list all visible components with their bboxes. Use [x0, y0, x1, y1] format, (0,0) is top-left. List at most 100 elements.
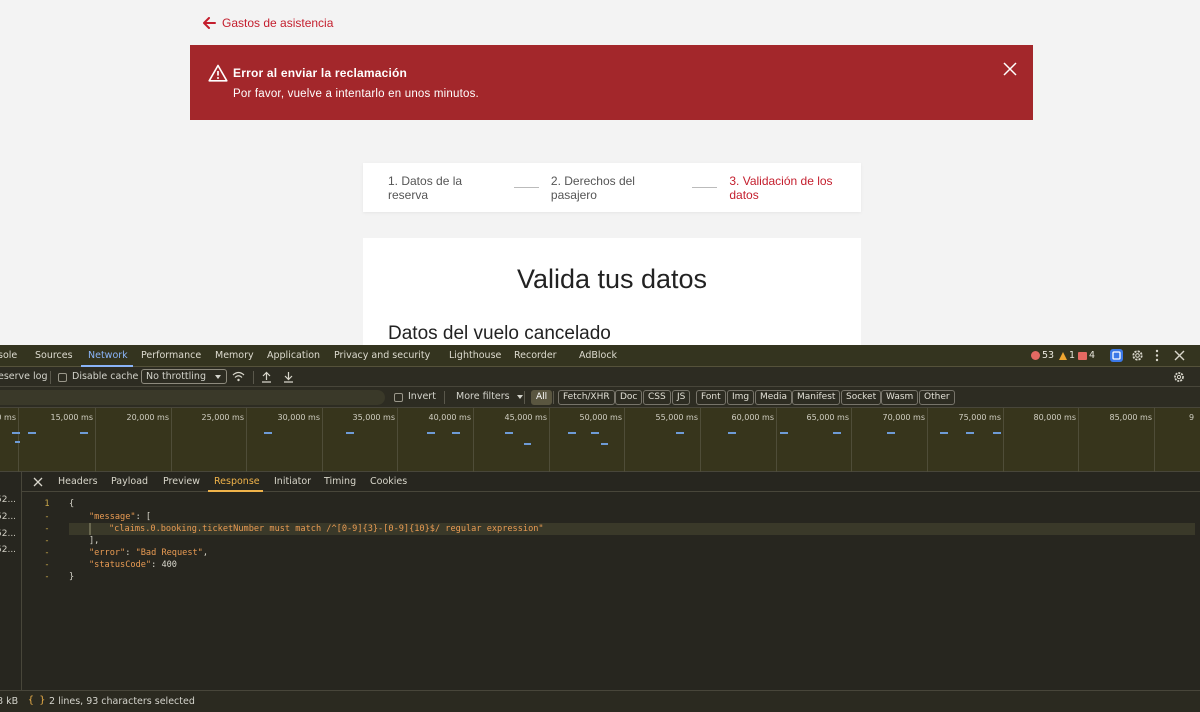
upload-icon[interactable] [261, 371, 272, 383]
tab-payload[interactable]: Payload [111, 476, 148, 487]
timeline-tick-label: 40,000 ms [428, 413, 472, 422]
timeline-tick [397, 408, 398, 472]
tab-preview[interactable]: Preview [163, 476, 200, 487]
disable-cache-checkbox[interactable] [58, 373, 67, 382]
timeline-request-bar [505, 432, 513, 434]
tab-memory[interactable]: Memory [215, 350, 254, 361]
pretty-print-icon[interactable]: { } [28, 695, 45, 706]
active-detail-tab-indicator [208, 490, 263, 492]
request-row[interactable]: 52... [0, 545, 16, 555]
tab-lighthouse[interactable]: Lighthouse [449, 350, 501, 361]
tab-privacy-security[interactable]: Privacy and security [334, 350, 430, 361]
filter-socket[interactable]: Socket [841, 390, 882, 405]
timeline-request-bar [601, 443, 608, 445]
timeline-request-bar [780, 432, 788, 434]
request-details-area: 52... 52... 52... 52... Headers Payload … [0, 472, 1200, 690]
filter-manifest[interactable]: Manifest [792, 390, 841, 405]
timeline-tick-label: 45,000 ms [504, 413, 548, 422]
network-conditions-icon[interactable] [232, 371, 245, 383]
close-icon[interactable] [33, 477, 43, 487]
request-row[interactable]: 52... [0, 529, 16, 539]
back-link-label[interactable]: Gastos de asistencia [222, 16, 333, 30]
filter-img[interactable]: Img [727, 390, 755, 405]
warning-icon [1059, 351, 1067, 360]
timeline-tick-label: 80,000 ms [1033, 413, 1077, 422]
tab-network[interactable]: Network [88, 350, 128, 361]
invert-checkbox[interactable] [394, 393, 403, 402]
selection-info: 2 lines, 93 characters selected [49, 696, 195, 707]
devtools-tab-bar: sole Sources Network Performance Memory … [0, 345, 1200, 367]
request-row[interactable]: 52... [0, 512, 16, 522]
transfer-size: 8 kB [0, 696, 19, 707]
code-line: "error": "Bad Request", [89, 548, 209, 558]
tab-headers[interactable]: Headers [58, 476, 98, 487]
network-settings-gear-icon[interactable] [1173, 371, 1185, 383]
download-icon[interactable] [283, 371, 294, 383]
filter-media[interactable]: Media [755, 390, 793, 405]
alert-title: Error al enviar la reclamación [233, 66, 408, 80]
step-3: 3. Validación de los datos [729, 173, 833, 202]
network-toolbar: eserve log Disable cache No throttling [0, 367, 1200, 387]
timeline-request-bar [80, 432, 88, 434]
timeline-tick-label: 75,000 ms [958, 413, 1002, 422]
extension-icon[interactable] [1109, 348, 1124, 363]
filter-all[interactable]: All [531, 390, 553, 405]
filter-other[interactable]: Other [919, 390, 955, 405]
filter-css[interactable]: CSS [643, 390, 671, 405]
arrow-left-icon [203, 17, 216, 29]
tab-performance[interactable]: Performance [141, 350, 201, 361]
tab-sources[interactable]: Sources [35, 350, 73, 361]
code-line: } [69, 572, 75, 582]
timeline-request-bar [15, 441, 20, 443]
timeline-request-bar [833, 432, 841, 434]
warning-count-badge[interactable]: 1 [1059, 350, 1075, 361]
tab-initiator[interactable]: Initiator [274, 476, 311, 487]
filter-doc[interactable]: Doc [615, 390, 643, 405]
line-number: - [44, 560, 50, 570]
error-count-badge[interactable]: 53 [1031, 350, 1054, 361]
timeline-tick-label: 35,000 ms [352, 413, 396, 422]
tab-recorder[interactable]: Recorder [514, 350, 557, 361]
section-title: Datos del vuelo cancelado [388, 323, 611, 344]
tab-response[interactable]: Response [214, 476, 260, 487]
line-number: - [44, 572, 50, 582]
throttling-select[interactable]: No throttling [141, 369, 227, 384]
tab-application[interactable]: Application [267, 350, 320, 361]
request-row[interactable]: 52... [0, 495, 16, 505]
filter-fetch-xhr[interactable]: Fetch/XHR [558, 390, 615, 405]
timeline-tick [624, 408, 625, 472]
filter-input[interactable] [0, 390, 385, 405]
close-icon[interactable] [1003, 62, 1017, 76]
tab-cookies[interactable]: Cookies [370, 476, 407, 487]
more-options-icon[interactable] [1154, 349, 1160, 362]
timeline-overview[interactable]: 0 ms 15,000 ms 20,000 ms 25,000 ms 30,000 ms… [0, 408, 1200, 472]
web-page: Gastos de asistencia Error al enviar la … [0, 0, 1200, 345]
preserve-log-label[interactable]: eserve log [0, 371, 48, 382]
back-link[interactable]: Gastos de asistencia [203, 16, 333, 30]
close-icon[interactable] [1174, 350, 1185, 361]
indent-guide [89, 523, 91, 535]
timeline-tick [1154, 408, 1155, 472]
filter-js[interactable]: JS [672, 390, 691, 405]
disable-cache-label[interactable]: Disable cache [72, 371, 138, 382]
code-line: ], [89, 536, 100, 546]
issue-count-badge[interactable]: 4 [1078, 350, 1095, 361]
tab-console[interactable]: sole [0, 350, 17, 361]
line-number: 1 [44, 499, 50, 509]
filter-wasm[interactable]: Wasm [881, 390, 919, 405]
timeline-tick [1078, 408, 1079, 472]
timeline-tick [95, 408, 96, 472]
more-filters-button[interactable]: More filters [456, 391, 523, 402]
request-detail-tabs: Headers Payload Preview Response Initiat… [22, 472, 1200, 492]
timeline-request-bar [993, 432, 1001, 434]
code-line: "statusCode": 400 [89, 560, 177, 570]
gear-icon[interactable] [1131, 349, 1144, 362]
tab-adblock[interactable]: AdBlock [579, 350, 617, 361]
filter-font[interactable]: Font [696, 390, 726, 405]
code-line: "message": [ [89, 512, 152, 522]
invert-label[interactable]: Invert [408, 391, 436, 402]
response-viewer[interactable]: 1 - - - - - - { "message": [ "claims.0.b… [22, 493, 1200, 690]
timeline-request-bar [887, 432, 895, 434]
tab-timing[interactable]: Timing [324, 476, 356, 487]
validation-card: Valida tus datos Datos del vuelo cancela… [363, 238, 861, 345]
